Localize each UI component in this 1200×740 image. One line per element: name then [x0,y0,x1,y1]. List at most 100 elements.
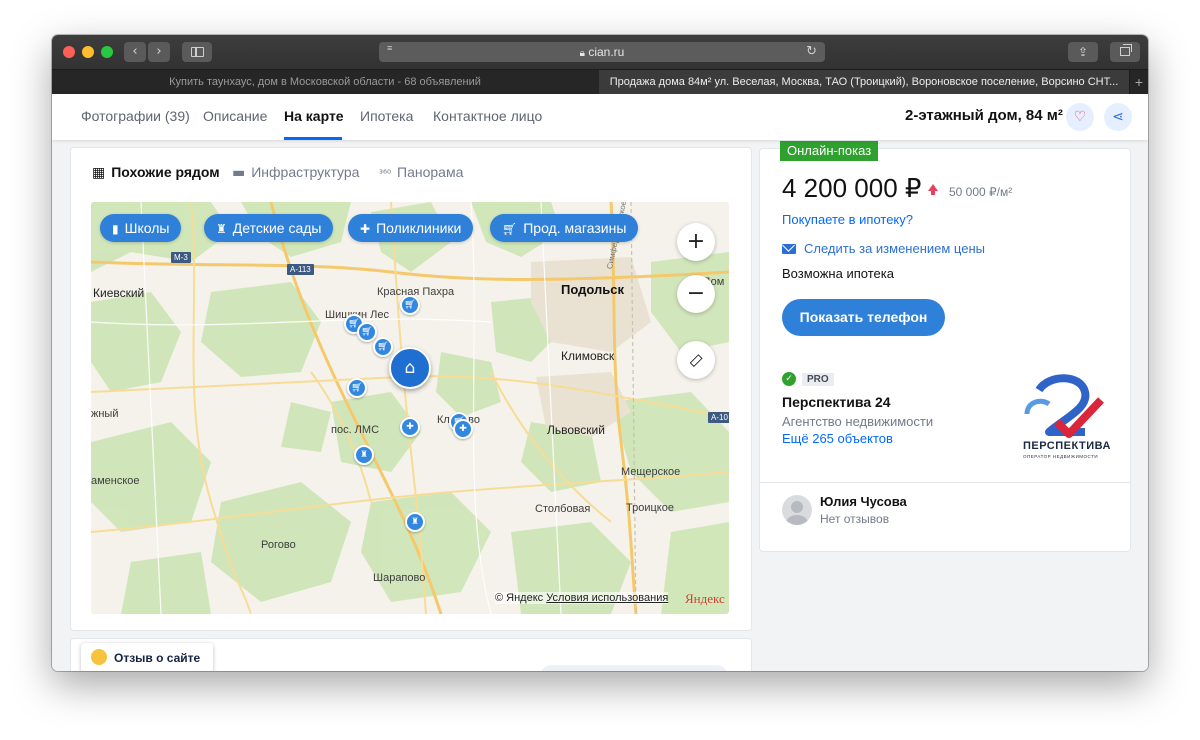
shop-pin[interactable]: 🛒︎ [347,378,367,398]
copyright-text: © Яндекс [495,592,544,604]
grid-icon: ▦ [92,165,106,181]
contact-card: Юлия Чусова Нет отзывов [759,482,1131,552]
url-text: cian.ru [588,45,625,59]
nav-description[interactable]: Описание [203,108,267,124]
map-tab-infrastructure[interactable]: ▬ Инфраструктура [232,164,359,181]
filter-chip-clinics[interactable]: ✚ Поликлиники [348,214,474,242]
map-label-podolsk: Подольск [561,282,624,297]
site-review-button[interactable]: Отзыв о сайте [81,643,214,671]
sidebar-toggle-button[interactable] [182,42,212,62]
price: 4 200 000 ₽ [782,173,922,203]
kindergarten-pin[interactable]: ♜ [405,512,425,532]
filter-chip-kindergartens-label: Детские сады [232,220,322,236]
review-card: Отзыв о сайте [70,638,752,671]
home-location-pin[interactable]: ⌂ [389,347,431,389]
favorite-button[interactable]: ♡ [1066,103,1094,131]
book-icon: ▮ [112,222,119,236]
smiley-icon [91,649,107,666]
filter-chip-kindergartens[interactable]: ♜ Детские сады [204,214,334,242]
pro-badge: PRO [802,373,834,386]
ruler-icon: ▭ [683,347,708,372]
map-tab-similar[interactable]: ▦ Похожие рядом [92,164,220,181]
follow-price-link[interactable]: Следить за изменением цены [804,241,985,256]
zoom-window-button[interactable] [101,46,113,58]
shop-pin[interactable]: 🛒︎ [357,322,377,342]
show-tabs-button[interactable] [1110,42,1140,62]
clinic-pin[interactable]: ✚ [400,417,420,437]
show-phone-button[interactable]: Показать телефон [782,299,945,336]
map-tab-similar-label: Похожие рядом [111,164,220,180]
address-bar[interactable]: ≡ 🔒︎ cian.ru ↻ [379,42,825,62]
map-label-sharapovo: Шарапово [373,572,426,584]
chevron-right-icon: › [156,44,162,59]
shop-pin[interactable]: 🛒︎ [400,295,420,315]
listing-nav: Фотографии (39) Описание На карте Ипотек… [52,94,1148,140]
agency-name[interactable]: Перспектива 24 [782,394,891,410]
filter-chip-clinics-label: Поликлиники [376,220,462,236]
map-label-meshcherskoe: Мещерское [621,466,681,478]
listing-title: 2-этажный дом, 84 м² [905,107,1063,124]
mortgage-question-link[interactable]: Покупаете в ипотеку? [782,212,913,227]
map-label-pos-lms: пос. ЛМС [331,424,380,436]
close-window-button[interactable] [63,46,75,58]
zoom-out-button[interactable]: − [677,275,715,313]
nav-map[interactable]: На карте [284,108,344,124]
share-button[interactable]: ⋖ [1104,103,1132,131]
yandex-logo: Яндекс [685,591,725,606]
cross-icon: ✚ [360,222,371,236]
house-icon: ⌂ [404,358,416,378]
road-badge-a10: А-10 [708,412,729,423]
agency-more-link[interactable]: Ещё 265 объектов [782,431,893,446]
price-up-icon [928,184,938,195]
lock-icon: 🔒︎ [579,48,585,59]
nav-photos[interactable]: Фотографии (39) [81,108,190,124]
browser-tab-active[interactable]: Продажа дома 84м² ул. Веселая, Москва, Т… [599,70,1129,94]
contact-name[interactable]: Юлия Чусова [820,494,907,509]
sidebar-icon [191,47,204,57]
browser-tab[interactable]: Купить таунхаус, дом в Московской област… [52,70,598,94]
kindergarten-icon: ♜ [216,222,227,236]
agency-type: Агентство недвижимости [782,414,934,429]
map-tab-panorama-label: Панорама [397,164,464,180]
forward-button[interactable]: › [148,42,170,62]
chevron-left-icon: ‹ [132,44,138,59]
agency-card: ✓ PRO Перспектива 24 Агентство недвижимо… [759,358,1131,483]
minimize-window-button[interactable] [82,46,94,58]
browser-share-button[interactable]: ⇪ [1068,42,1098,62]
review-placeholder [541,665,727,671]
kindergarten-pin[interactable]: ♜ [354,445,374,465]
filter-chip-schools-label: Школы [124,220,170,236]
map-label-kamenskoe: аменское [91,475,140,487]
nav-mortgage[interactable]: Ипотека [360,108,413,124]
map-label-troitskoe: Троицкое [626,502,674,514]
nav-contact[interactable]: Контактное лицо [433,108,542,124]
active-tab-underline [284,137,342,140]
map-card: ▦ Похожие рядом ▬ Инфраструктура ³⁶⁰ Панора… [70,147,752,631]
shop-icon: ▬ [232,165,246,181]
clinic-pin[interactable]: ✚ [453,419,473,439]
filter-chip-groceries[interactable]: 🛒︎ Прод. магазины [490,214,639,242]
ruler-button[interactable]: ▭ [677,341,715,379]
browser-window: ‹ › ≡ 🔒︎ cian.ru ↻ ⇪ Купить таунхаус, до… [52,35,1148,671]
cart-icon: 🛒︎ [502,222,518,236]
tabs-icon [1120,44,1132,56]
map-tab-panorama[interactable]: ³⁶⁰ Панорама [379,164,463,180]
back-button[interactable]: ‹ [124,42,146,62]
map-label-stolbovaya: Столбовая [535,503,591,515]
terms-link[interactable]: Условия использования [546,592,668,604]
road-badge-m3: М-3 [171,252,191,263]
shop-pin[interactable]: 🛒︎ [373,337,393,357]
zoom-in-button[interactable]: + [677,223,715,261]
minus-icon: − [686,281,706,306]
page-content: Фотографии (39) Описание На карте Ипотек… [52,94,1148,671]
new-tab-button[interactable]: + [1129,70,1148,94]
site-review-label: Отзыв о сайте [114,651,201,665]
verified-check-icon: ✓ [782,372,796,386]
plus-icon: + [686,229,706,254]
filter-chip-schools[interactable]: ▮ Школы [100,214,182,242]
reload-icon[interactable]: ↻ [806,44,817,59]
price-per-m2: 50 000 ₽/м² [949,185,1013,199]
map-view[interactable]: М-3 А-113 А-10 Киевский Красная Пахра Ши… [91,202,729,614]
map-tab-infrastructure-label: Инфраструктура [251,164,360,180]
map-label-rogovo: Рогово [261,539,296,551]
